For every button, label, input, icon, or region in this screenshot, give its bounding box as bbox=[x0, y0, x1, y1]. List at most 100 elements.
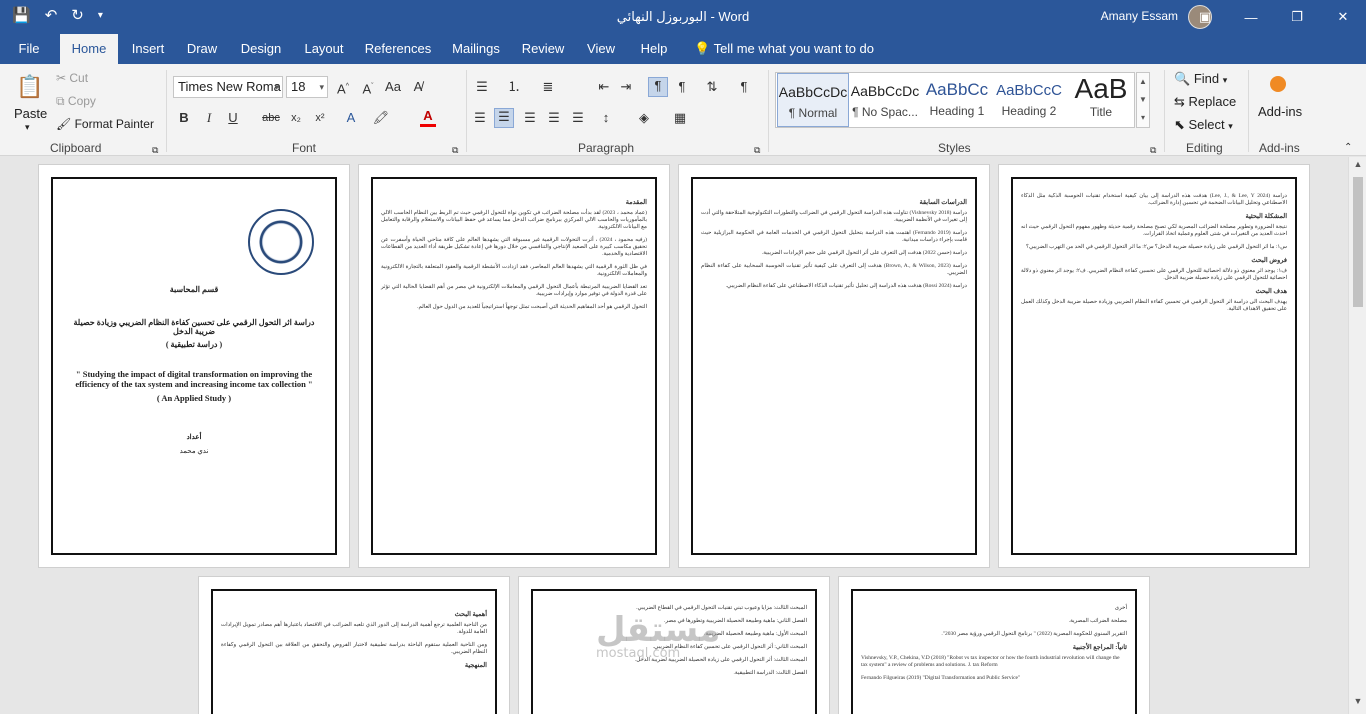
style-no-spacing[interactable]: AaBbCcDc ¶ No Spac... bbox=[849, 73, 921, 127]
page-references[interactable]: أخرى مصلحة الضرائب المصرية. التقرير السن… bbox=[838, 576, 1150, 714]
tab-review[interactable]: Review bbox=[518, 34, 568, 64]
shading-icon[interactable]: ◈ bbox=[636, 110, 652, 126]
replace-button[interactable]: ⇆ Replace bbox=[1174, 94, 1236, 110]
paste-icon[interactable]: 📋 bbox=[16, 72, 43, 102]
addins-icon[interactable] bbox=[1270, 76, 1286, 92]
vertical-scrollbar[interactable]: ▲ ▼ bbox=[1348, 157, 1366, 714]
close-button[interactable]: ✕ bbox=[1320, 0, 1366, 34]
tab-insert[interactable]: Insert bbox=[124, 34, 172, 64]
page-text: المقدمة (عماد محمد ، 2023) لقد بدأت مصلح… bbox=[373, 179, 655, 311]
page-border: قسم المحاسبة دراسة اثر التحول الرقمي على… bbox=[51, 177, 337, 555]
style-heading-1[interactable]: AaBbCc Heading 1 bbox=[921, 73, 993, 127]
chevron-down-icon: ▾ bbox=[319, 82, 324, 92]
multilevel-list-icon[interactable]: ≣ bbox=[540, 79, 556, 95]
page-cover[interactable]: قسم المحاسبة دراسة اثر التحول الرقمي على… bbox=[38, 164, 350, 568]
dialog-launcher-icon[interactable]: ⧉ bbox=[754, 142, 760, 158]
copy-icon: ⧉ bbox=[56, 94, 68, 108]
find-button[interactable]: 🔍 Find ▾ bbox=[1174, 71, 1227, 87]
chevron-down-icon[interactable]: ▾ bbox=[25, 122, 30, 133]
page-research-problem[interactable]: دراسة (Lee, J., & Lee, Y 2024) هدفت هذه … bbox=[998, 164, 1310, 568]
scroll-down-icon[interactable]: ▼ bbox=[1349, 696, 1366, 712]
ltr-direction-icon[interactable]: ¶ bbox=[674, 79, 690, 95]
cursor-icon: ⬉ bbox=[1174, 117, 1189, 132]
styles-scroll[interactable]: ▲ ▼ ▾ bbox=[1136, 72, 1150, 128]
scroll-up-icon[interactable]: ▲ bbox=[1349, 159, 1366, 175]
change-case-icon[interactable]: Aa bbox=[384, 79, 402, 95]
minimize-button[interactable]: — bbox=[1228, 0, 1274, 34]
increase-indent-icon[interactable]: ⇥ bbox=[618, 79, 634, 95]
bullets-icon[interactable]: ☰ bbox=[474, 79, 490, 95]
page-importance[interactable]: أهمية البحث من الناحية العلمية ترجع أهمي… bbox=[198, 576, 510, 714]
copy-button[interactable]: ⧉ Copy bbox=[56, 94, 96, 109]
page-introduction[interactable]: المقدمة (عماد محمد ، 2023) لقد بدأت مصلح… bbox=[358, 164, 670, 568]
highlight-icon[interactable]: 🖍 bbox=[372, 110, 390, 126]
section-heading: المقدمة bbox=[625, 199, 647, 206]
strikethrough-button[interactable]: abc bbox=[260, 110, 282, 126]
numbering-icon[interactable]: ⒈ bbox=[506, 79, 522, 95]
bold-button[interactable]: B bbox=[177, 110, 191, 126]
scroll-thumb[interactable] bbox=[1353, 177, 1363, 307]
align-right-icon[interactable]: ☰ bbox=[522, 110, 538, 126]
tab-design[interactable]: Design bbox=[232, 34, 290, 64]
subscript-button[interactable]: x₂ bbox=[288, 110, 304, 126]
tell-me-search[interactable]: 💡 Tell me what you want to do bbox=[694, 34, 874, 64]
page-border: دراسة (Lee, J., & Lee, Y 2024) هدفت هذه … bbox=[1011, 177, 1297, 555]
sort-icon[interactable]: ⇅ bbox=[704, 79, 720, 95]
tab-mailings[interactable]: Mailings bbox=[446, 34, 506, 64]
chevron-down-icon: ▾ bbox=[1228, 121, 1233, 131]
superscript-button[interactable]: x² bbox=[312, 110, 328, 126]
style-heading-2[interactable]: AaBbCcC Heading 2 bbox=[993, 73, 1065, 127]
borders-icon[interactable]: ▦ bbox=[672, 110, 688, 126]
dialog-launcher-icon[interactable]: ⧉ bbox=[152, 142, 158, 158]
cover-title-en: " Studying the impact of digital transfo… bbox=[75, 369, 313, 389]
ribbon-display-icon[interactable]: ▣ bbox=[1182, 0, 1228, 34]
user-name[interactable]: Amany Essam bbox=[1101, 9, 1178, 23]
tab-home[interactable]: Home bbox=[60, 34, 118, 64]
decrease-indent-icon[interactable]: ⇤ bbox=[596, 79, 612, 95]
cut-button[interactable]: ✂ Cut bbox=[56, 71, 88, 85]
line-spacing-icon[interactable]: ↕ bbox=[598, 110, 614, 126]
text-effects-icon[interactable]: A bbox=[342, 110, 360, 126]
style-title[interactable]: AaB Title bbox=[1065, 73, 1137, 127]
underline-button[interactable]: U bbox=[226, 110, 240, 126]
show-marks-icon[interactable]: ¶ bbox=[736, 79, 752, 95]
paste-button[interactable]: Paste bbox=[14, 106, 47, 121]
tab-layout[interactable]: Layout bbox=[298, 34, 350, 64]
tab-file[interactable]: File bbox=[8, 34, 50, 64]
clear-formatting-icon[interactable]: A̸ bbox=[410, 79, 426, 95]
restore-button[interactable]: ❐ bbox=[1274, 0, 1320, 34]
page-border: أهمية البحث من الناحية العلمية ترجع أهمي… bbox=[211, 589, 497, 714]
select-button[interactable]: ⬉ Select ▾ bbox=[1174, 117, 1233, 133]
tab-help[interactable]: Help bbox=[634, 34, 674, 64]
justify-low-icon[interactable]: ☰ bbox=[570, 110, 586, 126]
tab-references[interactable]: References bbox=[362, 34, 434, 64]
tab-draw[interactable]: Draw bbox=[180, 34, 224, 64]
rtl-direction-icon[interactable]: ¶ bbox=[648, 77, 668, 97]
italic-button[interactable]: I bbox=[202, 110, 216, 126]
page-text: دراسة (Lee, J., & Lee, Y 2024) هدفت هذه … bbox=[1013, 179, 1295, 313]
group-separator bbox=[1164, 70, 1165, 152]
font-name-combo[interactable]: Times New Roma ▾ bbox=[173, 76, 283, 98]
addins-button[interactable]: Add-ins bbox=[1258, 104, 1302, 119]
paragraph: دراسة (Fernando 2019) اهتمت هذه الدراسة … bbox=[701, 230, 967, 243]
page-previous-studies[interactable]: الدراسات السابقة دراسة (Vishnevsky 2018)… bbox=[678, 164, 990, 568]
dialog-launcher-icon[interactable]: ⧉ bbox=[452, 142, 458, 158]
justify-icon[interactable]: ☰ bbox=[546, 110, 562, 126]
paragraph: ف١: يوجد اثر معنوي ذو دلالة احصائية للتح… bbox=[1021, 268, 1287, 281]
collapse-ribbon-icon[interactable]: ⌃ bbox=[1344, 140, 1352, 156]
grow-font-icon[interactable]: A^ bbox=[335, 79, 351, 97]
dialog-launcher-icon[interactable]: ⧉ bbox=[1150, 142, 1156, 158]
format-painter-button[interactable]: 🖌 Format Painter bbox=[56, 117, 154, 131]
align-left-icon[interactable]: ☰ bbox=[472, 110, 488, 126]
tab-view[interactable]: View bbox=[580, 34, 622, 64]
paragraph: دراسة (حسن 2022) هدفت إلى التعرف على أثر… bbox=[761, 250, 967, 256]
cover-type-en: ( An Applied Study ) bbox=[156, 393, 232, 403]
reference-item: Vishnevsky, V.P., Chekina, V.D (2018) "R… bbox=[861, 655, 1120, 668]
font-color-icon[interactable]: A bbox=[420, 108, 436, 127]
brush-icon: 🖌 bbox=[56, 117, 75, 131]
style-normal[interactable]: AaBbCcDc ¶ Normal bbox=[777, 73, 849, 127]
align-center-icon[interactable]: ☰ bbox=[494, 108, 514, 128]
font-size-combo[interactable]: 18 ▾ bbox=[286, 76, 328, 98]
shrink-font-icon[interactable]: Aˇ bbox=[360, 79, 376, 97]
title-bar: 💾 ↶ ↻ ▾ البوربوزل النهائي - Word Amany E… bbox=[0, 0, 1366, 34]
